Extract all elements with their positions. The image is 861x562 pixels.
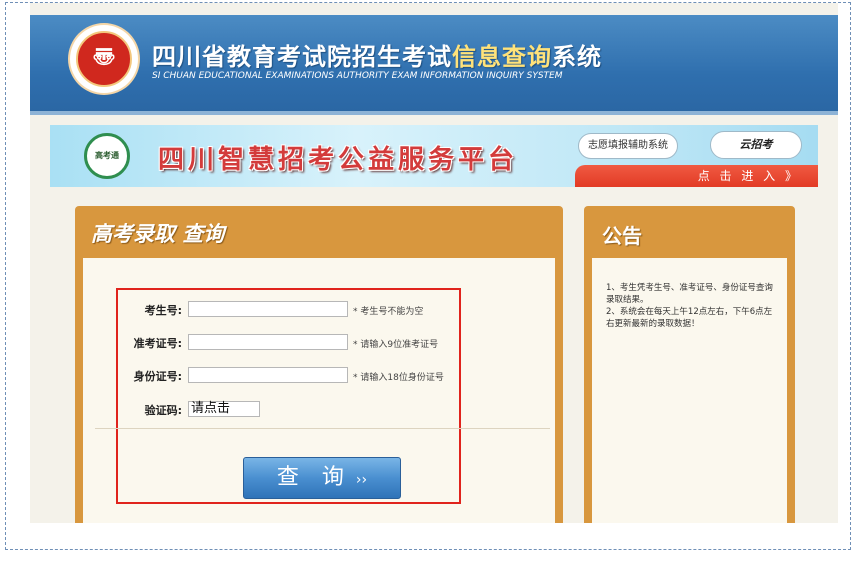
admission-query-panel: 高考录取 查询 考生号: * 考生号不能为空 准考证号: * 请输入9位准考证号… xyxy=(75,206,563,523)
banner-title: 四川智慧招考公益服务平台 xyxy=(158,145,519,175)
site-subtitle: SI CHUAN EDUCATIONAL EXAMINATIONS AUTHOR… xyxy=(152,71,563,81)
candidate-number-input[interactable] xyxy=(188,301,348,317)
admission-ticket-hint: * 请输入9位准考证号 xyxy=(353,340,439,350)
notice-body: 1、考生凭考生号、准考证号、身份证号查询录取结果。 2、系统会在每天上午12点左… xyxy=(592,258,787,523)
candidate-number-label: 考生号: xyxy=(144,304,182,317)
query-button[interactable]: 查 询 ›› xyxy=(243,457,401,499)
panel-title: 高考录取 查询 xyxy=(91,222,225,246)
notice-panel: 公告 1、考生凭考生号、准考证号、身份证号查询录取结果。 2、系统会在每天上午1… xyxy=(584,206,795,523)
volunteer-system-button[interactable]: 志愿填报辅助系统 xyxy=(578,133,678,159)
enter-button-label: 点 击 进 入 》 xyxy=(697,169,800,183)
id-number-label: 身份证号: xyxy=(133,370,182,383)
enter-button[interactable]: 点 击 进 入 》 xyxy=(575,165,818,187)
site-title-prefix: 四川省教育考试院招生考试 xyxy=(152,43,452,71)
header-divider xyxy=(30,111,838,115)
page-frame: 〠 四川省教育考试院招生考试信息查询系统 SI CHUAN EDUCATIONA… xyxy=(5,2,851,550)
site-title-highlight: 信息查询 xyxy=(452,43,552,71)
captcha-label: 验证码: xyxy=(144,404,182,417)
site-title-suffix: 系统 xyxy=(552,43,602,71)
notice-line-2: 2、系统会在每天上午12点左右，下午6点左右更新最新的录取数据！ xyxy=(606,307,773,329)
page-content: 〠 四川省教育考试院招生考试信息查询系统 SI CHUAN EDUCATIONA… xyxy=(30,3,838,523)
site-header: 〠 四川省教育考试院招生考试信息查询系统 SI CHUAN EDUCATIONA… xyxy=(30,15,838,115)
id-number-input[interactable] xyxy=(188,367,348,383)
admission-ticket-label: 准考证号: xyxy=(133,337,182,350)
notice-text: 1、考生凭考生号、准考证号、身份证号查询录取结果。 2、系统会在每天上午12点左… xyxy=(606,282,776,330)
gaokaotong-logo-icon: 高考通 xyxy=(84,133,130,179)
id-number-hint: * 请输入18位身份证号 xyxy=(353,373,444,383)
cloud-exam-button[interactable]: 云招考 xyxy=(710,131,802,159)
form-divider xyxy=(95,428,550,429)
notice-line-1: 1、考生凭考生号、准考证号、身份证号查询录取结果。 xyxy=(606,283,773,305)
notice-title: 公告 xyxy=(602,224,642,248)
banner-logo-text: 高考通 xyxy=(95,151,119,160)
site-title: 四川省教育考试院招生考试信息查询系统 xyxy=(152,37,602,72)
emblem-logo-icon: 〠 xyxy=(70,25,138,93)
admission-ticket-input[interactable] xyxy=(188,334,348,350)
double-arrow-icon: ›› xyxy=(355,472,368,488)
query-form-area: 考生号: * 考生号不能为空 准考证号: * 请输入9位准考证号 身份证号: *… xyxy=(83,258,555,523)
query-button-label: 查 询 xyxy=(276,465,352,490)
candidate-number-hint: * 考生号不能为空 xyxy=(353,307,424,317)
platform-banner[interactable]: 高考通 四川智慧招考公益服务平台 志愿填报辅助系统 云招考 点 击 进 入 》 xyxy=(50,125,818,187)
captcha-field[interactable]: 请点击 xyxy=(188,401,260,417)
